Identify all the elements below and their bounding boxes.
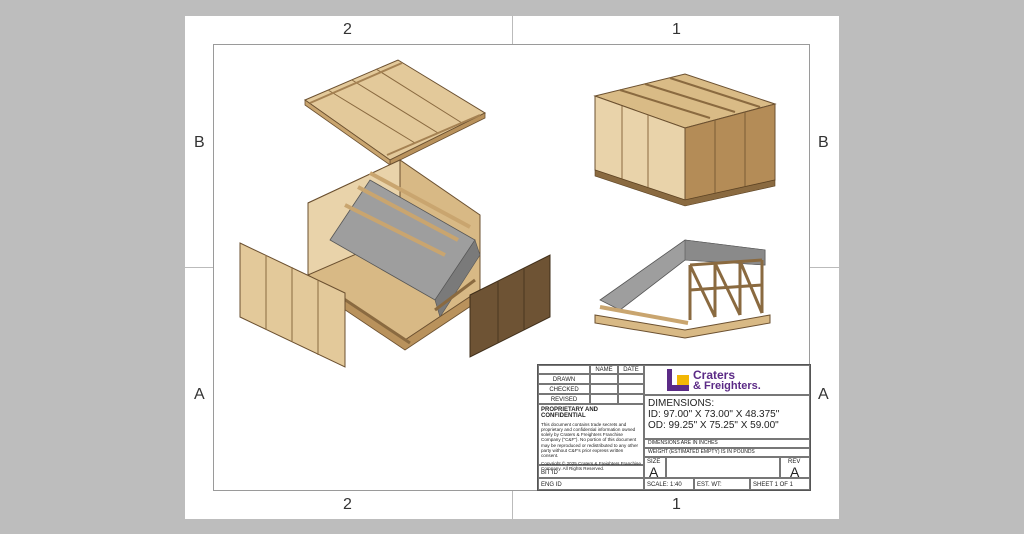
zone-divider-top	[512, 16, 513, 44]
zone-label-bottom-1: 1	[672, 496, 681, 513]
tb-logo-line2: & Freighters.	[693, 380, 761, 392]
tb-col-date: DATE	[618, 365, 644, 374]
zone-label-left-A: A	[194, 386, 205, 403]
tb-revised-name	[590, 394, 618, 404]
tb-checked-date	[618, 384, 644, 394]
zone-label-bottom-2: 2	[343, 496, 352, 513]
tb-eng-id: ENG ID	[538, 478, 644, 490]
tb-drawing-number-cell	[666, 457, 780, 478]
tb-size-value: A	[649, 464, 659, 480]
crate-side-panel-right	[469, 254, 551, 358]
tb-note-inches: DIMENSIONS ARE IN INCHES	[644, 439, 810, 448]
zone-label-right-A: A	[818, 386, 829, 403]
tb-blank-cell	[538, 365, 590, 374]
tb-drawn-date	[618, 374, 644, 384]
tb-proprietary-box: PROPRIETARY AND CONFIDENTIAL This docume…	[538, 404, 644, 471]
tb-revised-date	[618, 394, 644, 404]
tb-checked-name	[590, 384, 618, 394]
tb-rev-cell: REV A	[780, 457, 810, 480]
craters-logo-icon	[667, 369, 689, 391]
crate-base-view	[594, 239, 771, 339]
tb-note-weight: WEIGHT (ESTIMATED EMPTY) IS IN POUNDS	[644, 448, 810, 457]
tb-row-checked: CHECKED	[538, 384, 590, 394]
tb-id-dims: ID: 97.00" X 73.00" X 48.375"	[648, 409, 780, 420]
zone-label-top-1: 1	[672, 21, 681, 38]
tb-scale: SCALE: 1:40	[644, 478, 694, 490]
tb-dimensions-heading: DIMENSIONS:	[648, 398, 715, 409]
tb-size-cell: SIZE A	[644, 457, 666, 480]
crate-lid	[303, 59, 487, 166]
tb-sheet: SHEET 1 OF 1	[750, 478, 810, 490]
tb-row-drawn: DRAWN	[538, 374, 590, 384]
tb-proprietary-heading: PROPRIETARY AND CONFIDENTIAL	[541, 407, 599, 419]
tb-drawn-name	[590, 374, 618, 384]
zone-divider-left	[185, 267, 213, 268]
tb-est-wt: EST. WT:	[694, 478, 750, 490]
tb-col-name: NAME	[590, 365, 618, 374]
assembled-crate-view	[593, 73, 777, 207]
zone-label-right-B: B	[818, 134, 829, 151]
tb-proprietary-text: This document contains trade secrets and…	[541, 422, 639, 458]
tb-eng-id-label: ENG ID	[541, 482, 562, 488]
tb-row-revised: REVISED	[538, 394, 590, 404]
exploded-crate-view	[239, 59, 551, 368]
zone-divider-bottom	[512, 491, 513, 519]
tb-bit-id: BIT ID	[538, 465, 644, 478]
zone-divider-right	[810, 267, 839, 268]
zone-label-top-2: 2	[343, 21, 352, 38]
title-block: NAME DATE DRAWN CHECKED REVISED PROPRIET…	[537, 364, 811, 491]
tb-rev-value: A	[790, 464, 800, 480]
tb-od-dims: OD: 99.25" X 75.25" X 59.00"	[648, 420, 779, 431]
tb-bit-id-label: BIT ID	[541, 470, 558, 476]
zone-label-left-B: B	[194, 134, 205, 151]
tb-dimensions-box: DIMENSIONS: ID: 97.00" X 73.00" X 48.375…	[644, 395, 810, 439]
tb-logo-area: Craters & Freighters.	[644, 365, 810, 395]
